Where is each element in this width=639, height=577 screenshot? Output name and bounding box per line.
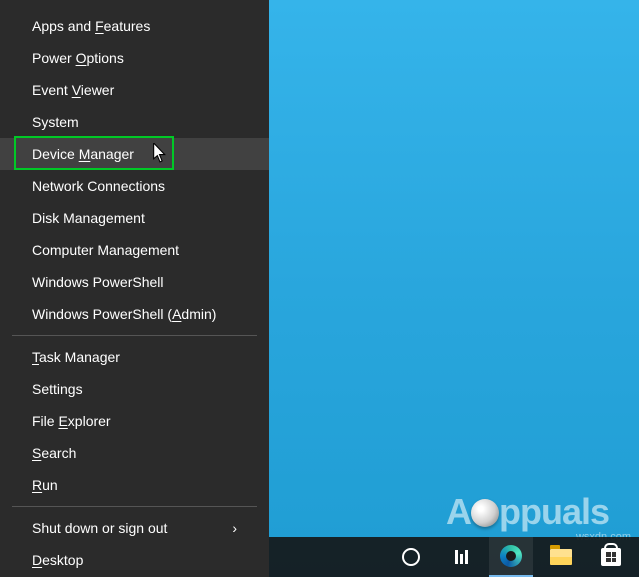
- chevron-right-icon: ›: [232, 520, 237, 536]
- menu-item-system[interactable]: System: [0, 106, 269, 138]
- menu-item-label: System: [32, 114, 79, 130]
- menu-item-label: Power Options: [32, 50, 124, 66]
- menu-item-label: Desktop: [32, 552, 83, 568]
- menu-item-task-manager[interactable]: Task Manager: [0, 341, 269, 373]
- menu-item-label: Settings: [32, 381, 83, 397]
- menu-item-label: File Explorer: [32, 413, 111, 429]
- menu-item-run[interactable]: Run: [0, 469, 269, 501]
- watermark-ball-icon: [471, 499, 499, 527]
- menu-item-apps-and-features[interactable]: Apps and Features: [0, 10, 269, 42]
- menu-item-label: Search: [32, 445, 76, 461]
- watermark: Appuals: [446, 491, 609, 533]
- menu-item-network-connections[interactable]: Network Connections: [0, 170, 269, 202]
- menu-item-device-manager[interactable]: Device Manager: [0, 138, 269, 170]
- menu-item-settings[interactable]: Settings: [0, 373, 269, 405]
- menu-item-file-explorer[interactable]: File Explorer: [0, 405, 269, 437]
- menu-item-shut-down-or-sign-out[interactable]: Shut down or sign out ›: [0, 512, 269, 544]
- edge-icon[interactable]: [489, 537, 533, 577]
- menu-item-label: Event Viewer: [32, 82, 114, 98]
- menu-separator: [12, 335, 257, 336]
- menu-item-computer-management[interactable]: Computer Management: [0, 234, 269, 266]
- menu-item-label: Run: [32, 477, 58, 493]
- task-view-icon[interactable]: [439, 537, 483, 577]
- menu-item-search[interactable]: Search: [0, 437, 269, 469]
- menu-item-label: Windows PowerShell (Admin): [32, 306, 216, 322]
- menu-item-event-viewer[interactable]: Event Viewer: [0, 74, 269, 106]
- menu-item-label: Apps and Features: [32, 18, 150, 34]
- menu-item-desktop[interactable]: Desktop: [0, 544, 269, 576]
- taskbar: [269, 537, 639, 577]
- menu-item-power-options[interactable]: Power Options: [0, 42, 269, 74]
- menu-item-label: Computer Management: [32, 242, 179, 258]
- menu-item-label: Device Manager: [32, 146, 134, 162]
- menu-item-windows-powershell[interactable]: Windows PowerShell: [0, 266, 269, 298]
- menu-item-label: Disk Management: [32, 210, 145, 226]
- menu-item-label: Windows PowerShell: [32, 274, 164, 290]
- menu-separator: [12, 506, 257, 507]
- menu-item-label: Task Manager: [32, 349, 120, 365]
- menu-item-label: Network Connections: [32, 178, 165, 194]
- cortana-icon[interactable]: [389, 537, 433, 577]
- microsoft-store-icon[interactable]: [589, 537, 633, 577]
- winx-context-menu: Apps and Features Power Options Event View…: [0, 0, 269, 577]
- file-explorer-icon[interactable]: [539, 537, 583, 577]
- menu-item-disk-management[interactable]: Disk Management: [0, 202, 269, 234]
- menu-item-label: Shut down or sign out: [32, 520, 167, 536]
- menu-item-windows-powershell-admin[interactable]: Windows PowerShell (Admin): [0, 298, 269, 330]
